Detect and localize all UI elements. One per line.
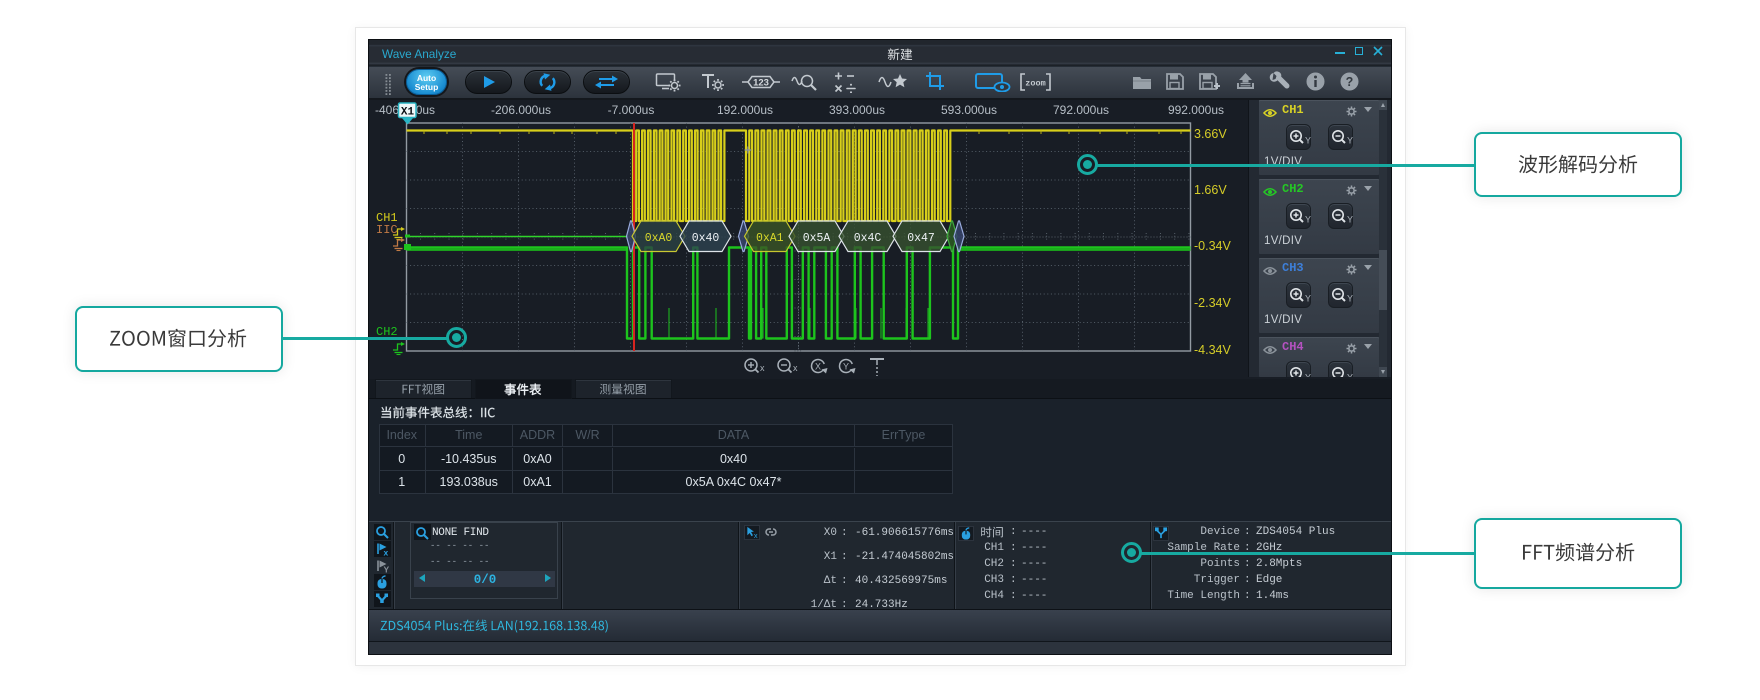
svg-text:0x4C: 0x4C [854,232,882,245]
svg-text:Y: Y [1347,294,1353,304]
svg-text:x: x [793,363,798,373]
svg-text:x: x [760,363,765,373]
svg-text:593.000us: 593.000us [941,103,997,117]
svg-text:-2.34V: -2.34V [1194,296,1231,310]
svg-text:393.000us: 393.000us [829,103,885,117]
svg-text:1.66V: 1.66V [1194,183,1227,197]
svg-text:X1: X1 [401,107,415,119]
svg-text:Y: Y [843,362,849,372]
svg-text:0xA0: 0xA0 [645,232,673,245]
svg-text:Y: Y [1305,215,1311,225]
svg-text:-0.34V: -0.34V [1194,239,1231,253]
svg-text:0xA1: 0xA1 [756,232,784,245]
svg-text:0x5A: 0x5A [803,232,831,245]
svg-text:Y: Y [1347,136,1353,146]
svg-text:Y: Y [1305,136,1311,146]
svg-text:Y: Y [1347,373,1353,378]
svg-text:792.000us: 792.000us [1053,103,1109,117]
svg-text:-206.000us: -206.000us [491,103,551,117]
svg-text:992.000us: 992.000us [1168,103,1224,117]
svg-text:zoom: zoom [1025,79,1045,89]
svg-text:192.000us: 192.000us [717,103,773,117]
svg-text:3.66V: 3.66V [1194,127,1227,141]
svg-text:Y: Y [1305,373,1311,378]
svg-text:Y: Y [384,565,390,574]
svg-text:x: x [384,548,389,557]
svg-text:Y: Y [1305,294,1311,304]
svg-text:123: 123 [753,78,769,89]
svg-text:x: x [754,531,758,539]
svg-text:X: X [815,362,821,372]
svg-text:?: ? [1346,75,1354,89]
svg-text:Y: Y [1347,215,1353,225]
svg-text:-7.000us: -7.000us [608,103,655,117]
svg-text:0x40: 0x40 [692,232,720,245]
svg-text:0x47: 0x47 [907,232,935,245]
svg-text:-4.34V: -4.34V [1194,343,1231,357]
